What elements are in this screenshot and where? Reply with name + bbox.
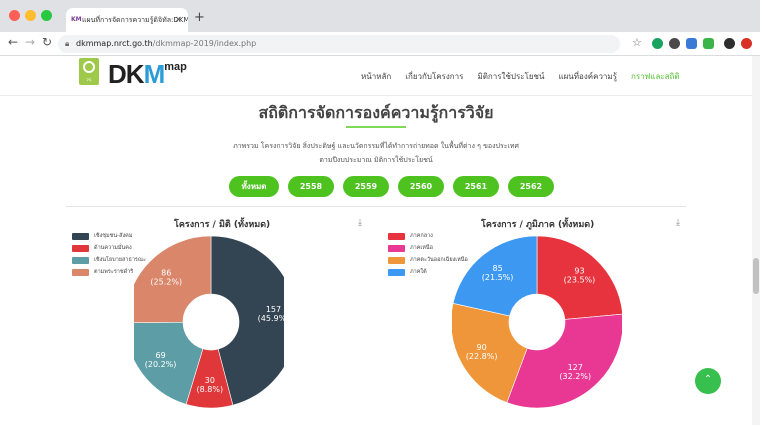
chart-title-region: โครงการ / ภูมิภาค (ทั้งหมด) <box>481 220 595 230</box>
chevron-up-icon: ⌃ <box>703 374 713 385</box>
filter-2562-button[interactable]: 2562 <box>508 176 554 197</box>
nrct-emblem-logo[interactable]: วช. <box>79 58 99 85</box>
slice-value-label: 30 <box>205 376 215 385</box>
lock-icon: 🔒︎ <box>65 39 70 48</box>
close-tab-icon[interactable]: × <box>174 8 182 32</box>
extension-icon[interactable] <box>703 38 714 49</box>
menu-item-usage-dimension[interactable]: มิติการใช้ประโยชน์ <box>477 70 544 83</box>
close-window-icon[interactable] <box>9 10 20 21</box>
donut-chart-dimension: 157(45.9%) 30(8.8%) 69(20.2%) 86(25.2%) <box>134 236 284 408</box>
slice-value-label: 86 <box>161 269 171 278</box>
slice-percent-label: (23.5%) <box>564 275 596 284</box>
filter-2560-button[interactable]: 2560 <box>398 176 444 197</box>
legend-swatch <box>72 232 89 240</box>
maximize-window-icon[interactable] <box>41 10 52 21</box>
scrollbar-thumb[interactable] <box>753 258 759 294</box>
year-filter-group: ทั้งหมด 2558 2559 2560 2561 2562 <box>229 176 554 197</box>
slice-value-label: 90 <box>477 343 487 352</box>
legend-swatch <box>72 256 89 264</box>
browser-toolbar: ← → ↻ 🔒︎ dkmmap.nrct.go.th/dkmmap-2019/i… <box>0 32 760 56</box>
emblem-caption: วช. <box>85 77 93 82</box>
page-subtitle: ภาพรวม โครงการวิจัย สิ่งประดิษฐ์ และนวัต… <box>233 142 519 164</box>
menu-item-knowledge-map[interactable]: แผนที่องค์ความรู้ <box>558 70 617 83</box>
tab-title: แผนที่การจัดการความรู้ดิจิทัล:DKM <box>82 16 188 24</box>
filter-2558-button[interactable]: 2558 <box>288 176 334 197</box>
extension-icon[interactable] <box>669 38 680 49</box>
page-title: สถิติการจัดการองค์ความรู้การวิจัย <box>258 103 494 122</box>
menu-item-about[interactable]: เกี่ยวกับโครงการ <box>405 70 463 83</box>
new-tab-icon[interactable]: + <box>194 10 205 25</box>
legend-swatch <box>72 268 89 276</box>
browser-tab[interactable]: KM แผนที่การจัดการความรู้ดิจิทัล:DKM × <box>66 8 188 32</box>
extension-icon[interactable] <box>652 38 663 49</box>
legend-swatch <box>388 268 405 276</box>
slice-value-label: 69 <box>155 351 165 360</box>
reload-icon[interactable]: ↻ <box>42 35 52 49</box>
download-icon[interactable]: ⤓ <box>358 218 362 228</box>
page-viewport: วช. DKMmap หน้าหลัก เกี่ยวกับโครงการ มิต… <box>0 56 752 425</box>
slice-value-label: 85 <box>492 264 502 273</box>
filter-2559-button[interactable]: 2559 <box>343 176 389 197</box>
title-underline <box>346 126 406 128</box>
donut-slice[interactable] <box>506 313 622 408</box>
tab-favicon: KM <box>71 16 82 23</box>
slice-value-label: 93 <box>574 266 584 275</box>
scroll-to-top-button[interactable]: ⌃ <box>695 368 721 394</box>
menu-item-charts-stats[interactable]: กราฟและสถิติ <box>631 70 680 83</box>
address-bar[interactable]: 🔒︎ dkmmap.nrct.go.th/dkmmap-2019/index.p… <box>58 35 620 53</box>
profile-icon[interactable] <box>724 38 735 49</box>
site-header: วช. DKMmap หน้าหลัก เกี่ยวกับโครงการ มิต… <box>0 56 752 96</box>
menu-item-home[interactable]: หน้าหลัก <box>361 70 391 83</box>
filter-2561-button[interactable]: 2561 <box>453 176 499 197</box>
slice-percent-label: (21.5%) <box>482 273 514 282</box>
slice-percent-label: (32.2%) <box>559 372 591 381</box>
slice-percent-label: (25.2%) <box>150 278 182 287</box>
url-path: /dkmmap-2019/index.php <box>152 39 257 48</box>
browser-tab-strip: KM แผนที่การจัดการความรู้ดิจิทัล:DKM × + <box>0 0 760 32</box>
url-host: dkmmap.nrct.go.th <box>76 39 153 48</box>
chart-title-dimension: โครงการ / มิติ (ทั้งหมด) <box>174 220 271 230</box>
slice-value-label: 157 <box>266 305 281 314</box>
download-icon[interactable]: ⤓ <box>676 218 680 228</box>
slice-percent-label: (20.2%) <box>145 360 177 369</box>
back-icon[interactable]: ← <box>8 35 18 49</box>
page-scrollbar[interactable] <box>752 56 760 425</box>
main-menu: หน้าหลัก เกี่ยวกับโครงการ มิติการใช้ประโ… <box>361 56 680 96</box>
extension-icon[interactable] <box>741 38 752 49</box>
forward-icon[interactable]: → <box>25 35 35 49</box>
dkm-logo[interactable]: DKMmap <box>108 59 187 90</box>
slice-percent-label: (45.9%) <box>258 314 284 323</box>
minimize-window-icon[interactable] <box>25 10 36 21</box>
slice-percent-label: (8.8%) <box>197 385 224 394</box>
legend-swatch <box>388 256 405 264</box>
bookmark-star-icon[interactable]: ☆ <box>632 36 642 49</box>
legend-swatch <box>388 232 405 240</box>
legend-swatch <box>388 244 405 252</box>
filter-all-button[interactable]: ทั้งหมด <box>229 176 279 197</box>
extension-icon[interactable] <box>686 38 697 49</box>
section-divider <box>66 206 686 207</box>
donut-chart-region: 93(23.5%) 127(32.2%) 90(22.8%) 85(21.5%) <box>452 236 622 408</box>
slice-value-label: 127 <box>568 363 583 372</box>
slice-percent-label: (22.8%) <box>466 352 498 361</box>
legend-swatch <box>72 244 89 252</box>
